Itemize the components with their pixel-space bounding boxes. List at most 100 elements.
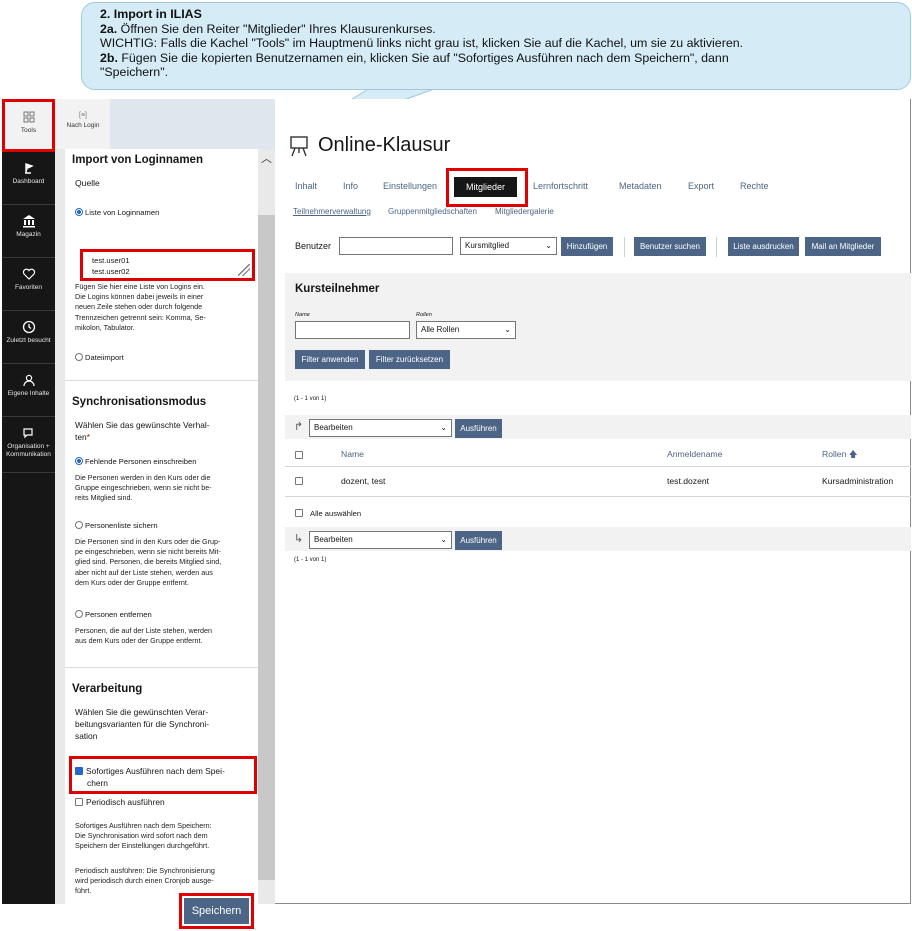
user-label: Benutzer: [295, 241, 332, 251]
apply-filter-button[interactable]: Filter anwenden: [295, 350, 365, 369]
user-search-input[interactable]: [339, 237, 453, 255]
radio-enroll-missing[interactable]: Fehlende Personen einschreiben: [75, 457, 196, 466]
mainbar-zuletzt-label: Zuletzt besucht: [6, 337, 51, 344]
exam-object-icon: [290, 136, 308, 157]
mainbar-tools[interactable]: Tools: [2, 99, 55, 152]
login-import-icon: [≡]: [79, 112, 87, 119]
tab-inhalt[interactable]: Inhalt: [295, 181, 317, 191]
login-list-help: Fügen Sie hier eine Liste von Logins ein…: [75, 282, 206, 332]
tool-tab-area: [110, 99, 275, 149]
mainbar-kommunikation[interactable]: Organisation + Kommunikation: [2, 417, 55, 473]
sort-up-icon: 🡅: [848, 449, 858, 459]
divider: [716, 237, 717, 257]
select-checkbox-header[interactable]: [295, 451, 303, 459]
print-list-button[interactable]: Liste ausdrucken: [728, 237, 799, 256]
subtab-participant-management[interactable]: Teilnehmerverwaltung: [293, 207, 371, 216]
instruction-warning: WICHTIG: Falls die Kachel "Tools" im Hau…: [100, 36, 744, 51]
pagination-top: (1 - 1 von 1): [294, 396, 327, 402]
instruction-heading: 2. Import in ILIAS: [100, 7, 202, 21]
main-content: Online-Klausur Inhalt Info Einstellungen…: [275, 99, 911, 904]
secure-list-desc: Die Personen sind in den Kurs oder die G…: [75, 537, 222, 587]
tool-tab-nach-login[interactable]: [≡] Nach Login: [59, 112, 107, 129]
search-users-button[interactable]: Benutzer suchen: [634, 237, 706, 256]
action-select-bottom[interactable]: Bearbeiten ⌄: [309, 531, 452, 549]
heart-icon: [22, 268, 35, 280]
tab-info[interactable]: Info: [343, 181, 358, 191]
mainbar-dashboard[interactable]: Dashboard: [2, 152, 55, 205]
action-select-top[interactable]: Bearbeiten ⌄: [309, 419, 452, 437]
instruction-step-2b: 2b. Fügen Sie die kopierten Benutzername…: [100, 50, 729, 65]
chevron-down-icon: ⌄: [504, 325, 511, 334]
instruction-step-2a: 2a. Öffnen Sie den Reiter "Mitglieder" I…: [100, 21, 436, 36]
table-row: dozent, test test.dozent Kursadministrat…: [285, 467, 911, 497]
subtab-member-gallery[interactable]: Mitgliedergalerie: [495, 207, 554, 216]
reset-filter-button[interactable]: Filter zurücksetzen: [369, 350, 450, 369]
participants-title: Kursteilnehmer: [295, 283, 380, 295]
cell-name: dozent, test: [341, 476, 386, 486]
tools-icon: [23, 111, 34, 123]
pagination-bottom: (1 - 1 von 1): [294, 557, 327, 563]
mainbar-eigene-label: Eigene Inhalte: [7, 390, 50, 397]
filter-roles-select[interactable]: Alle Rollen ⌄: [416, 321, 516, 339]
role-select[interactable]: Kursmitglied ⌄: [460, 237, 557, 255]
column-roles[interactable]: Rollen 🡅: [822, 449, 858, 463]
immediate-run-desc: Sofortiges Ausführen nach dem Speichern:…: [75, 821, 212, 851]
mainbar-magazin[interactable]: Magazin: [2, 205, 55, 258]
tab-export[interactable]: Export: [688, 181, 714, 191]
select-all-checkbox[interactable]: [295, 509, 303, 517]
radio-login-list[interactable]: Liste von Loginnamen: [75, 208, 159, 217]
radio-file-import[interactable]: Dateiimport: [75, 353, 124, 362]
sync-question: Wählen Sie das gewünschte Verhal- ten*: [75, 420, 210, 442]
column-name[interactable]: Name: [341, 449, 364, 459]
add-button[interactable]: Hinzufügen: [561, 237, 613, 256]
filter-roles-label: Rollen: [416, 312, 432, 318]
filter-name-input[interactable]: [295, 321, 410, 339]
subtab-group-memberships[interactable]: Gruppenmitgliedschaften: [388, 207, 477, 216]
textarea-line: test.user01: [92, 256, 130, 265]
tab-lernfortschritt[interactable]: Lernfortschritt: [533, 181, 588, 191]
select-all[interactable]: Alle auswählen: [295, 509, 361, 518]
sync-title: Synchronisationsmodus: [72, 396, 207, 408]
login-names-textarea[interactable]: test.user01 test.user02: [80, 249, 255, 281]
checkbox-immediate-run[interactable]: Sofortiges Ausführen nach dem Spei- cher…: [75, 765, 225, 789]
cell-login: test.dozent: [667, 476, 710, 486]
action-bar-top: ↱ Bearbeiten ⌄ Ausführen: [285, 415, 911, 439]
participants-panel: Kursteilnehmer Name Rollen Alle Rollen ⌄ …: [285, 273, 911, 381]
chevron-down-icon: ⌄: [440, 535, 447, 544]
execute-button-top[interactable]: Ausführen: [455, 419, 502, 438]
tab-rechte[interactable]: Rechte: [740, 181, 769, 191]
mainbar-tools-label: Tools: [20, 127, 37, 134]
source-label: Quelle: [75, 178, 100, 188]
arrow-turn-down-icon: ↳: [294, 533, 304, 545]
chevron-up-icon[interactable]: ︿: [261, 150, 272, 166]
mainbar-zuletzt-besucht[interactable]: Zuletzt besucht: [2, 311, 55, 364]
radio-secure-list[interactable]: Personenliste sichern: [75, 521, 158, 530]
column-login[interactable]: Anmeldename: [667, 449, 722, 459]
mainbar-eigene-inhalte[interactable]: Eigene Inhalte: [2, 364, 55, 417]
slate-scrollbar-thumb[interactable]: [258, 215, 275, 880]
execute-button-bottom[interactable]: Ausführen: [455, 531, 502, 550]
radio-remove-persons[interactable]: Personen entfernen: [75, 610, 152, 619]
save-button[interactable]: Speichern: [184, 898, 249, 924]
mail-members-button[interactable]: Mail an Mitglieder: [805, 237, 881, 256]
tab-metadaten[interactable]: Metadaten: [619, 181, 662, 191]
radio-dot: [75, 610, 83, 618]
highlight-members-tab: [446, 168, 528, 207]
tab-einstellungen[interactable]: Einstellungen: [383, 181, 437, 191]
row-checkbox[interactable]: [295, 477, 303, 485]
cell-roles: Kursadministration: [822, 476, 894, 486]
mainbar-favoriten[interactable]: Favoriten: [2, 258, 55, 311]
divider: [65, 380, 258, 381]
chat-icon: [22, 428, 33, 439]
divider: [624, 237, 625, 257]
filter-name-label: Name: [295, 312, 310, 318]
checkbox-periodic-run[interactable]: Periodisch ausführen: [75, 797, 165, 807]
mainbar-kommunikation-label: Organisation +: [7, 443, 50, 450]
radio-dot: [75, 521, 83, 529]
radio-dot: [75, 208, 83, 216]
clock-icon: [22, 320, 35, 334]
resize-handle[interactable]: [238, 264, 250, 276]
instruction-step-2b-cont: "Speichern".: [100, 65, 169, 80]
repository-icon: [22, 215, 35, 228]
import-title: Import von Loginnamen: [72, 154, 203, 166]
